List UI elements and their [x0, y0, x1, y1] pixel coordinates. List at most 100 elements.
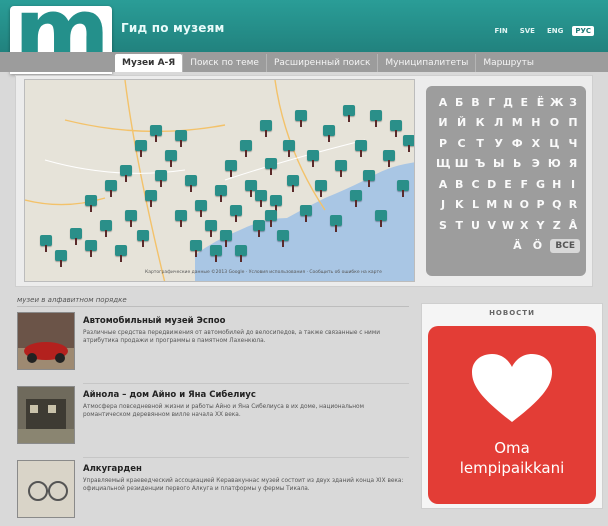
alphabet-letter[interactable]: S — [436, 219, 450, 232]
alphabet-letter[interactable]: R — [566, 198, 580, 211]
alphabet-letter[interactable]: Ä — [510, 239, 524, 252]
map-pin[interactable] — [370, 110, 382, 127]
alphabet-letter[interactable]: Р — [436, 137, 450, 150]
map-pin[interactable] — [70, 228, 82, 245]
alphabet-letter[interactable]: Ч — [566, 137, 580, 150]
map-pin[interactable] — [125, 210, 137, 227]
alphabet-letter[interactable]: Ы — [492, 157, 506, 170]
map-pin[interactable] — [295, 110, 307, 127]
alphabet-letter[interactable]: O — [517, 198, 531, 211]
map-pin[interactable] — [300, 205, 312, 222]
alphabet-letter[interactable]: X — [517, 219, 531, 232]
map-pin[interactable] — [175, 130, 187, 147]
map-pin[interactable] — [283, 140, 295, 157]
alphabet-letter[interactable]: Y — [534, 219, 548, 232]
alphabet-letter[interactable]: N — [501, 198, 515, 211]
map-pin[interactable] — [375, 210, 387, 227]
map-pin[interactable] — [335, 160, 347, 177]
alphabet-letter[interactable]: Т — [473, 137, 487, 150]
tab-routes[interactable]: Маршруты — [475, 54, 541, 72]
map-pin[interactable] — [85, 240, 97, 257]
alphabet-letter[interactable]: К — [473, 116, 487, 129]
alphabet-letter[interactable]: В — [469, 96, 483, 109]
museum-title[interactable]: Автомобильный музей Эспоо — [83, 316, 225, 326]
alphabet-letter[interactable]: Б — [452, 96, 466, 109]
list-item[interactable]: Автомобильный музей Эспоо Различные сред… — [17, 312, 409, 378]
alphabet-letter[interactable]: Å — [566, 219, 580, 232]
lang-fin[interactable]: FIN — [491, 26, 510, 36]
map-pin[interactable] — [120, 165, 132, 182]
alphabet-letter[interactable]: У — [492, 137, 506, 150]
map-pin[interactable] — [165, 150, 177, 167]
map-pin[interactable] — [190, 240, 202, 257]
map-pin[interactable] — [175, 210, 187, 227]
alphabet-letter[interactable]: L — [469, 198, 483, 211]
map-pin[interactable] — [253, 220, 265, 237]
alphabet-letter[interactable]: Й — [455, 116, 469, 129]
map-pin[interactable] — [240, 140, 252, 157]
alphabet-letter[interactable]: Ю — [547, 157, 561, 170]
map-pin[interactable] — [137, 230, 149, 247]
map-pin[interactable] — [150, 125, 162, 142]
alphabet-letter[interactable]: Ф — [510, 137, 524, 150]
alphabet-letter[interactable]: С — [455, 137, 469, 150]
alphabet-letter[interactable]: О — [547, 116, 561, 129]
tab-search-by-theme[interactable]: Поиск по теме — [182, 54, 266, 72]
map-pin[interactable] — [115, 245, 127, 262]
map-pin[interactable] — [323, 125, 335, 142]
list-item[interactable]: Алкугарден Управляемый краеведческий асс… — [17, 457, 409, 526]
alphabet-letter[interactable]: A — [436, 178, 450, 191]
alphabet-letter[interactable]: Ш — [455, 157, 469, 170]
alphabet-letter[interactable]: Щ — [436, 157, 451, 170]
alphabet-letter[interactable]: C — [469, 178, 483, 191]
alphabet-letter[interactable]: И — [436, 116, 450, 129]
alphabet-letter[interactable]: F — [517, 178, 531, 191]
lang-eng[interactable]: ENG — [544, 26, 566, 36]
map-pin[interactable] — [135, 140, 147, 157]
alphabet-letter[interactable]: Ъ — [473, 157, 487, 170]
alphabet-letter[interactable]: Ц — [547, 137, 561, 150]
map-pin[interactable] — [343, 105, 355, 122]
map-pin[interactable] — [330, 215, 342, 232]
alphabet-letter[interactable]: Е — [517, 96, 531, 109]
tab-museums-a-z[interactable]: Музеи А-Я — [115, 54, 183, 72]
museum-thumbnail[interactable] — [17, 312, 75, 370]
map-pin[interactable] — [265, 210, 277, 227]
map-pin[interactable] — [277, 230, 289, 247]
map-pin[interactable] — [265, 158, 277, 175]
map-pin[interactable] — [105, 180, 117, 197]
alphabet-letter[interactable]: П — [566, 116, 580, 129]
alphabet-letter[interactable]: Z — [550, 219, 564, 232]
map-pin[interactable] — [315, 180, 327, 197]
alphabet-letter[interactable]: P — [534, 198, 548, 211]
lang-sve[interactable]: SVE — [517, 26, 538, 36]
map-pin[interactable] — [255, 190, 267, 207]
alphabet-letter[interactable]: M — [485, 198, 499, 211]
map-pin[interactable] — [235, 245, 247, 262]
map-pin[interactable] — [85, 195, 97, 212]
map-pin[interactable] — [307, 150, 319, 167]
alphabet-letter[interactable]: Q — [550, 198, 564, 211]
map-pin[interactable] — [403, 135, 414, 152]
tab-advanced-search[interactable]: Расширенный поиск — [265, 54, 377, 72]
alphabet-letter[interactable]: Д — [501, 96, 515, 109]
map-pin[interactable] — [390, 120, 402, 137]
alphabet-letter[interactable]: Э — [529, 157, 543, 170]
map-pin[interactable] — [155, 170, 167, 187]
alphabet-letter[interactable]: D — [485, 178, 499, 191]
alphabet-letter[interactable]: Ё — [534, 96, 548, 109]
alphabet-letter[interactable]: З — [566, 96, 580, 109]
museum-thumbnail[interactable] — [17, 386, 75, 444]
map-pin[interactable] — [397, 180, 409, 197]
alphabet-letter[interactable]: V — [485, 219, 499, 232]
alphabet-letter[interactable]: Г — [485, 96, 499, 109]
map-pin[interactable] — [185, 175, 197, 192]
alphabet-letter[interactable]: G — [534, 178, 548, 191]
map-pin[interactable] — [55, 250, 67, 267]
tab-municipalities[interactable]: Муниципалитеты — [377, 54, 475, 72]
museum-title[interactable]: Айнола – дом Айно и Яна Сибелиус — [83, 390, 256, 400]
alphabet-letter[interactable]: Ь — [510, 157, 524, 170]
alphabet-letter[interactable]: I — [566, 178, 580, 191]
alphabet-letter[interactable]: Х — [529, 137, 543, 150]
map-pin[interactable] — [350, 190, 362, 207]
